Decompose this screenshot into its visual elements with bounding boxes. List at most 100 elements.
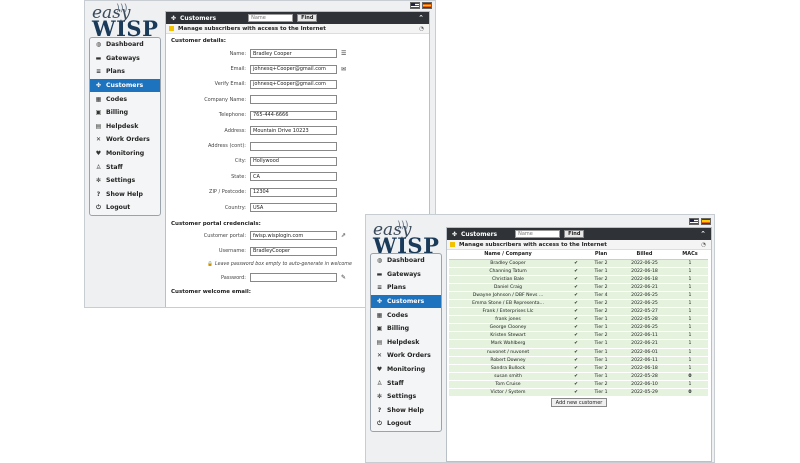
company-field[interactable] — [250, 95, 337, 105]
sidebar-item-monitoring[interactable]: ♥ Monitoring — [90, 147, 160, 161]
cell-name[interactable]: frank jones — [449, 315, 567, 325]
col-plan[interactable]: Plan — [585, 250, 617, 260]
cell-name[interactable]: Mark Wahlberg — [449, 339, 567, 349]
find-button[interactable]: Find — [564, 230, 585, 238]
collapse-icon[interactable]: ⌃ — [700, 230, 706, 238]
search-input[interactable] — [515, 230, 561, 238]
telephone-field[interactable]: 765-444-6666 — [250, 110, 337, 120]
sidebar-item-monitoring[interactable]: ♥ Monitoring — [371, 363, 441, 377]
generate-password-icon[interactable]: ✎ — [341, 274, 346, 281]
table-row[interactable]: susan smith ✔ Tier 1 2022-05-28 0 — [449, 372, 708, 381]
cell-billed: 2022-06-11 — [617, 356, 672, 365]
spain-flag-icon[interactable] — [422, 2, 432, 9]
table-row[interactable]: nuvonet / nuvonet ✔ Tier 1 2022-06-01 1 — [449, 348, 708, 357]
sidebar-item-gateways[interactable]: ▬ Gateways — [371, 268, 441, 282]
cell-name[interactable]: Channing Tatum — [449, 267, 567, 276]
sidebar-item-gateways[interactable]: ▬ Gateways — [90, 52, 160, 66]
table-row[interactable]: Victor / System ✔ Tier 1 2022-05-29 0 — [449, 388, 708, 398]
col-name[interactable]: Name / Company — [449, 250, 567, 260]
country-field[interactable]: USA — [250, 203, 337, 213]
state-field[interactable]: CA — [250, 172, 337, 182]
collapse-icon[interactable]: ⌃ — [418, 14, 424, 22]
cell-name[interactable]: Christian Bale — [449, 275, 567, 284]
sidebar-item-customers[interactable]: ✤ Customers — [371, 294, 441, 309]
verify-email-field[interactable]: johnesq+Cooper@gmail.com — [250, 79, 337, 89]
cell-name[interactable]: Dwayne Johnson / DBF Nevs ... — [449, 291, 567, 300]
cell-name[interactable]: susan smith — [449, 372, 567, 381]
table-row[interactable]: George Clooney ✔ Tier 1 2022-06-25 1 — [449, 323, 708, 333]
sidebar-item-codes[interactable]: ▦ Codes — [90, 92, 160, 106]
sidebar-item-helpdesk[interactable]: ▤ Helpdesk — [90, 120, 160, 134]
cell-name[interactable]: Victor / System — [449, 388, 567, 398]
table-row[interactable]: Channing Tatum ✔ Tier 1 2022-06-18 1 — [449, 267, 708, 276]
sidebar-item-codes[interactable]: ▦ Codes — [371, 308, 441, 322]
table-row[interactable]: Tom Cruise ✔ Tier 2 2022-06-10 1 — [449, 380, 708, 390]
table-row[interactable]: Emma Stone / EB Representa... ✔ Tier 2 2022… — [449, 299, 708, 309]
sidebar-item-logout[interactable]: ⏻ Logout — [90, 201, 160, 215]
address-field[interactable]: Mountain Drive 10223 — [250, 126, 337, 136]
sidebar-item-settings[interactable]: ✻ Settings — [371, 390, 441, 404]
add-customer-button[interactable]: Add new customer — [551, 398, 607, 408]
table-row[interactable]: Bradley Cooper ✔ Tier 2 2022-06-25 1 — [449, 259, 708, 268]
cell-name[interactable]: Tom Cruise — [449, 380, 567, 390]
table-row[interactable]: Robert Downey ✔ Tier 1 2022-06-11 1 — [449, 356, 708, 365]
us-flag-icon[interactable] — [689, 218, 699, 225]
lock-icon: 🔒 — [207, 262, 213, 268]
sidebar-item-plans[interactable]: ≡ Plans — [371, 281, 441, 295]
table-row[interactable]: Frank / Enterprises Llc ✔ Tier 2 2022-05-27… — [449, 307, 708, 317]
zip-field[interactable]: 12304 — [250, 187, 337, 197]
email-field[interactable]: johnesq+Cooper@gmail.com — [250, 64, 337, 74]
hide-icon[interactable]: ◔ — [701, 242, 706, 248]
cell-name[interactable]: Daniel Craig — [449, 283, 567, 292]
cell-name[interactable]: Frank / Enterprises Llc — [449, 307, 567, 317]
cell-name[interactable]: Sandra Bullock — [449, 364, 567, 373]
sidebar-item-show-help[interactable]: ? Show Help — [90, 188, 160, 202]
table-row[interactable]: frank jones ✔ Tier 1 2022-05-28 1 — [449, 315, 708, 325]
address2-field[interactable] — [250, 141, 337, 151]
hide-icon[interactable]: ◔ — [419, 26, 424, 32]
col-billed[interactable]: Billed — [617, 250, 672, 260]
table-row[interactable]: Mark Wahlberg ✔ Tier 1 2022-06-21 1 — [449, 339, 708, 349]
sidebar-item-work-orders[interactable]: ✕ Work Orders — [90, 133, 160, 147]
sidebar-item-show-help[interactable]: ? Show Help — [371, 404, 441, 418]
sidebar-item-helpdesk[interactable]: ▤ Helpdesk — [371, 336, 441, 350]
table-row[interactable]: Sandra Bullock ✔ Tier 2 2022-06-18 1 — [449, 364, 708, 373]
table-row[interactable]: Kristen Stewart ✔ Tier 2 2022-06-11 1 — [449, 331, 708, 341]
us-flag-icon[interactable] — [410, 2, 420, 9]
city-field[interactable]: Hollywood — [250, 156, 337, 166]
spain-flag-icon[interactable] — [701, 218, 711, 225]
cell-name[interactable]: nuvonet / nuvonet — [449, 348, 567, 357]
sidebar-item-dashboard[interactable]: ◍ Dashboard — [371, 254, 441, 268]
database-icon[interactable]: ☰ — [341, 50, 346, 57]
send-email-icon[interactable]: ✉ — [341, 66, 346, 73]
portal-url-field[interactable]: fwisp.wisplogin.com — [250, 231, 337, 241]
cell-name[interactable]: Bradley Cooper — [449, 259, 567, 268]
cell-plan: Tier 2 — [585, 299, 617, 309]
sidebar-item-staff[interactable]: ♙ Staff — [371, 376, 441, 390]
cell-name[interactable]: Emma Stone / EB Representa... — [449, 299, 567, 309]
username-field[interactable]: BradleyCooper — [250, 246, 337, 256]
col-macs[interactable]: MACs — [672, 250, 708, 260]
sidebar-item-settings[interactable]: ✻ Settings — [90, 174, 160, 188]
table-row[interactable]: Daniel Craig ✔ Tier 2 2022-06-21 1 — [449, 283, 708, 292]
sidebar-item-customers[interactable]: ✤ Customers — [90, 78, 160, 93]
sidebar-item-work-orders[interactable]: ✕ Work Orders — [371, 349, 441, 363]
cell-plan: Tier 1 — [585, 323, 617, 333]
sidebar-item-billing[interactable]: ▣ Billing — [90, 106, 160, 120]
cell-name[interactable]: Kristen Stewart — [449, 331, 567, 341]
sidebar-item-logout[interactable]: ⏻ Logout — [371, 417, 441, 431]
password-field[interactable] — [250, 273, 337, 283]
name-field[interactable]: Bradley Cooper — [250, 49, 337, 59]
sidebar-item-billing[interactable]: ▣ Billing — [371, 322, 441, 336]
sidebar-item-dashboard[interactable]: ◍ Dashboard — [90, 38, 160, 52]
cell-name[interactable]: George Clooney — [449, 323, 567, 333]
sidebar-item-plans[interactable]: ≡ Plans — [90, 65, 160, 79]
sidebar-item-staff[interactable]: ♙ Staff — [90, 160, 160, 174]
table-row[interactable]: Christian Bale ✔ Tier 2 2022-06-18 1 — [449, 275, 708, 284]
find-button[interactable]: Find — [297, 14, 318, 22]
search-input[interactable] — [248, 14, 294, 22]
external-link-icon[interactable]: ⇗ — [341, 232, 346, 239]
cell-name[interactable]: Robert Downey — [449, 356, 567, 365]
table-row[interactable]: Dwayne Johnson / DBF Nevs ... ✔ Tier 4 2022… — [449, 291, 708, 300]
sidebar-item-label: Customers — [387, 298, 425, 306]
